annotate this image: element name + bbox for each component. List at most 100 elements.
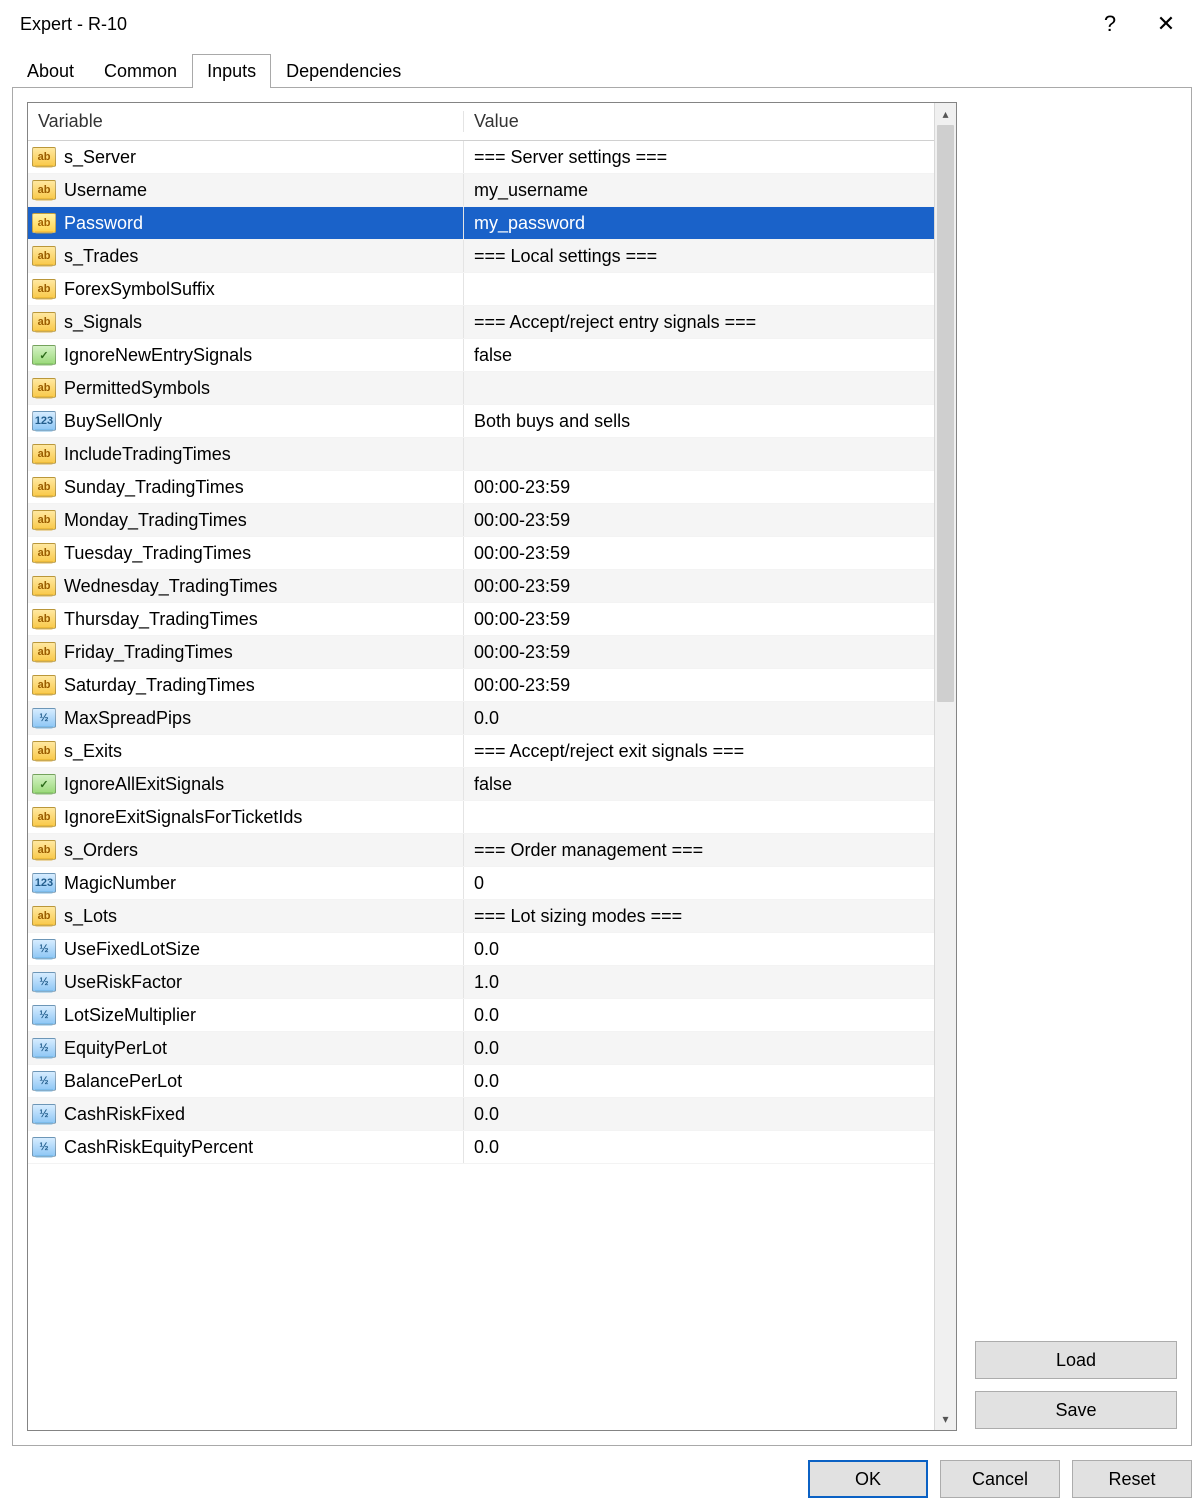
- vertical-scrollbar[interactable]: ▴ ▾: [934, 103, 956, 1430]
- variable-name: IgnoreExitSignalsForTicketIds: [64, 807, 302, 828]
- value-cell[interactable]: === Lot sizing modes ===: [464, 906, 934, 927]
- variable-name: Wednesday_TradingTimes: [64, 576, 277, 597]
- value-cell[interactable]: 0.0: [464, 708, 934, 729]
- table-row[interactable]: abs_Trades=== Local settings ===: [28, 240, 934, 273]
- value-cell[interactable]: 00:00-23:59: [464, 477, 934, 498]
- save-button[interactable]: Save: [975, 1391, 1177, 1429]
- value-cell[interactable]: === Order management ===: [464, 840, 934, 861]
- value-cell[interactable]: === Accept/reject exit signals ===: [464, 741, 934, 762]
- value-cell[interactable]: 00:00-23:59: [464, 576, 934, 597]
- string-type-icon: ab: [32, 147, 56, 167]
- close-button[interactable]: ✕: [1138, 4, 1194, 44]
- variable-cell: abForexSymbolSuffix: [28, 273, 464, 305]
- string-type-icon: ab: [32, 543, 56, 563]
- variable-name: IgnoreAllExitSignals: [64, 774, 224, 795]
- table-row[interactable]: abPermittedSymbols: [28, 372, 934, 405]
- table-row[interactable]: 123BuySellOnlyBoth buys and sells: [28, 405, 934, 438]
- value-cell[interactable]: 00:00-23:59: [464, 510, 934, 531]
- value-cell[interactable]: 00:00-23:59: [464, 642, 934, 663]
- variable-cell: 123BuySellOnly: [28, 405, 464, 437]
- table-row[interactable]: abSunday_TradingTimes00:00-23:59: [28, 471, 934, 504]
- string-type-icon: ab: [32, 576, 56, 596]
- value-cell[interactable]: 0.0: [464, 1104, 934, 1125]
- close-icon: ✕: [1157, 11, 1175, 37]
- table-row[interactable]: abIgnoreExitSignalsForTicketIds: [28, 801, 934, 834]
- value-cell[interactable]: false: [464, 345, 934, 366]
- value-cell[interactable]: === Accept/reject entry signals ===: [464, 312, 934, 333]
- scroll-up-button[interactable]: ▴: [935, 103, 956, 125]
- value-cell[interactable]: 0.0: [464, 939, 934, 960]
- value-cell[interactable]: my_username: [464, 180, 934, 201]
- variable-cell: abUsername: [28, 174, 464, 206]
- value-cell[interactable]: 00:00-23:59: [464, 543, 934, 564]
- value-cell[interactable]: === Server settings ===: [464, 147, 934, 168]
- value-cell[interactable]: 0.0: [464, 1038, 934, 1059]
- ok-button[interactable]: OK: [808, 1460, 928, 1498]
- value-cell[interactable]: 0.0: [464, 1071, 934, 1092]
- reset-button[interactable]: Reset: [1072, 1460, 1192, 1498]
- table-row[interactable]: abIncludeTradingTimes: [28, 438, 934, 471]
- value-cell[interactable]: 00:00-23:59: [464, 675, 934, 696]
- table-row[interactable]: abs_Signals=== Accept/reject entry signa…: [28, 306, 934, 339]
- column-header-value[interactable]: Value: [464, 111, 934, 132]
- value-cell[interactable]: 0: [464, 873, 934, 894]
- table-row[interactable]: abs_Server=== Server settings ===: [28, 141, 934, 174]
- table-row[interactable]: abs_Orders=== Order management ===: [28, 834, 934, 867]
- value-cell[interactable]: false: [464, 774, 934, 795]
- tab-inputs[interactable]: Inputs: [192, 54, 271, 88]
- variable-cell: abs_Orders: [28, 834, 464, 866]
- tab-bar: AboutCommonInputsDependencies: [12, 48, 1192, 88]
- double-type-icon: ½: [32, 1137, 56, 1157]
- table-row[interactable]: ½LotSizeMultiplier0.0: [28, 999, 934, 1032]
- value-cell[interactable]: 0.0: [464, 1137, 934, 1158]
- table-row[interactable]: ½UseRiskFactor1.0: [28, 966, 934, 999]
- content-area: AboutCommonInputsDependencies Variable V…: [0, 48, 1204, 1510]
- table-row[interactable]: 123MagicNumber0: [28, 867, 934, 900]
- variable-cell: ½MaxSpreadPips: [28, 702, 464, 734]
- variable-cell: 123MagicNumber: [28, 867, 464, 899]
- cancel-button[interactable]: Cancel: [940, 1460, 1060, 1498]
- table-row[interactable]: ½EquityPerLot0.0: [28, 1032, 934, 1065]
- table-row[interactable]: abFriday_TradingTimes00:00-23:59: [28, 636, 934, 669]
- scroll-thumb[interactable]: [937, 125, 954, 702]
- table-row[interactable]: ab Wednesday_TradingTimes 00:00-23:59: [28, 570, 934, 603]
- value-cell[interactable]: Both buys and sells: [464, 411, 934, 432]
- table-row[interactable]: abMonday_TradingTimes00:00-23:59: [28, 504, 934, 537]
- table-row[interactable]: abs_Exits=== Accept/reject exit signals …: [28, 735, 934, 768]
- table-row[interactable]: abs_Lots=== Lot sizing modes ===: [28, 900, 934, 933]
- table-row[interactable]: abThursday_TradingTimes00:00-23:59: [28, 603, 934, 636]
- table-row[interactable]: ½BalancePerLot0.0: [28, 1065, 934, 1098]
- value-cell[interactable]: 1.0: [464, 972, 934, 993]
- table-row[interactable]: ½UseFixedLotSize0.0: [28, 933, 934, 966]
- value-cell[interactable]: 0.0: [464, 1005, 934, 1026]
- help-button[interactable]: ?: [1082, 4, 1138, 44]
- string-type-icon: ab: [32, 675, 56, 695]
- scroll-track[interactable]: [935, 125, 956, 1408]
- value-cell[interactable]: === Local settings ===: [464, 246, 934, 267]
- table-row[interactable]: ½MaxSpreadPips0.0: [28, 702, 934, 735]
- table-row[interactable]: ✓IgnoreAllExitSignalsfalse: [28, 768, 934, 801]
- table-row[interactable]: ✓IgnoreNewEntrySignalsfalse: [28, 339, 934, 372]
- table-row[interactable]: abSaturday_TradingTimes00:00-23:59: [28, 669, 934, 702]
- table-row[interactable]: ½CashRiskEquityPercent0.0: [28, 1131, 934, 1164]
- table-row[interactable]: ½CashRiskFixed0.0: [28, 1098, 934, 1131]
- grid-body: Variable Value abs_Server=== Server sett…: [28, 103, 934, 1430]
- string-type-icon: ab: [32, 477, 56, 497]
- column-header-variable[interactable]: Variable: [28, 111, 464, 132]
- grid-rows: abs_Server=== Server settings ===abUsern…: [28, 141, 934, 1164]
- table-row[interactable]: abTuesday_TradingTimes00:00-23:59: [28, 537, 934, 570]
- table-row[interactable]: abForexSymbolSuffix: [28, 273, 934, 306]
- double-type-icon: ½: [32, 1104, 56, 1124]
- value-cell[interactable]: 00:00-23:59: [464, 609, 934, 630]
- tab-dependencies[interactable]: Dependencies: [271, 54, 416, 88]
- tab-about[interactable]: About: [12, 54, 89, 88]
- tab-common[interactable]: Common: [89, 54, 192, 88]
- scroll-down-button[interactable]: ▾: [935, 1408, 956, 1430]
- table-row[interactable]: abUsernamemy_username: [28, 174, 934, 207]
- double-type-icon: ½: [32, 1071, 56, 1091]
- variable-cell: abs_Lots: [28, 900, 464, 932]
- table-row[interactable]: abPasswordmy_password: [28, 207, 934, 240]
- value-cell[interactable]: my_password: [464, 213, 934, 234]
- int-type-icon: 123: [32, 873, 56, 893]
- load-button[interactable]: Load: [975, 1341, 1177, 1379]
